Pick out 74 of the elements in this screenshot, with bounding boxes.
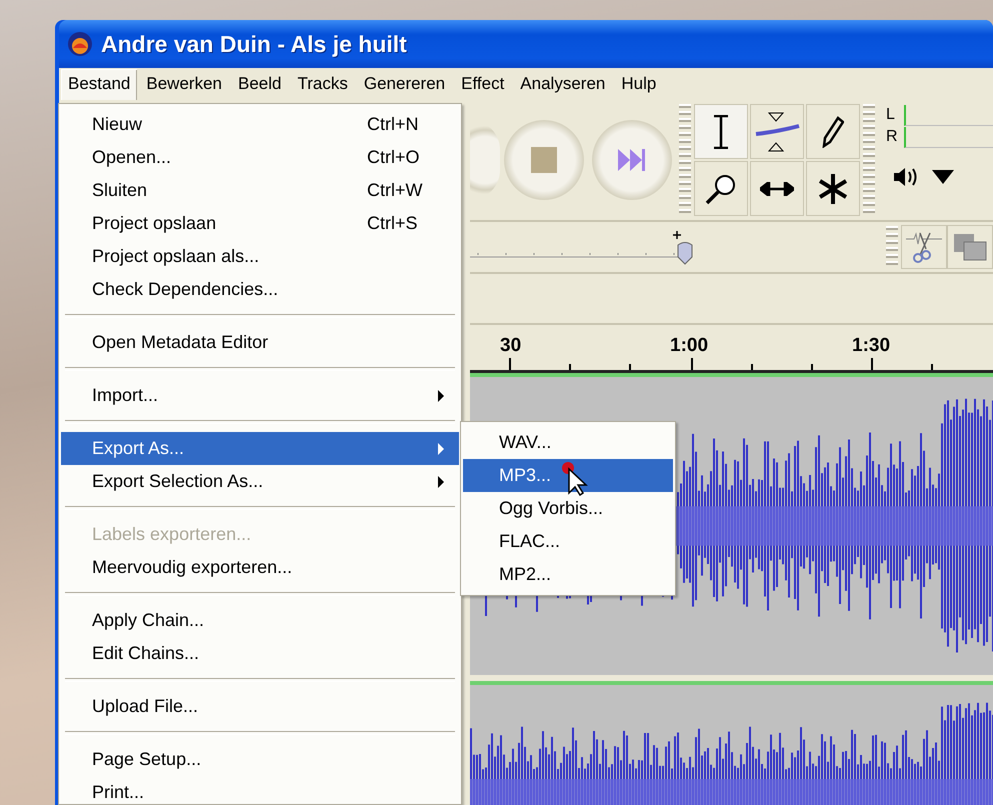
channel-label: L	[886, 106, 896, 124]
menu-entry[interactable]: Page Setup...	[61, 743, 459, 776]
menu-entry[interactable]: Upload File...	[61, 690, 459, 723]
menu-entry-label: Meervoudig exporteren...	[92, 557, 294, 578]
menu-entry[interactable]: Check Dependencies...	[61, 273, 459, 306]
toolbar-grip[interactable]	[679, 104, 691, 216]
submenu-entry[interactable]: WAV...	[463, 426, 673, 459]
menu-entry[interactable]: Export Selection As...	[61, 465, 459, 498]
shortcut-label: Ctrl+N	[367, 114, 420, 135]
menu-entry[interactable]: Import...	[61, 379, 459, 412]
menu-entry-label: Project opslaan	[92, 213, 218, 234]
dropdown-triangle-icon[interactable]	[932, 170, 954, 184]
menu-entry-label: Openen...	[92, 147, 172, 168]
mouse-pointer-icon	[560, 460, 590, 496]
menu-entry-label: Labels exporteren...	[92, 524, 252, 545]
submenu-entry[interactable]: MP3...	[463, 459, 673, 492]
app-logo-icon	[67, 31, 93, 57]
window-title: Andre van Duin - Als je huilt	[101, 30, 407, 58]
envelope-tool-button[interactable]	[750, 104, 804, 159]
menu-entry-label: Check Dependencies...	[92, 279, 280, 300]
menu-entry[interactable]: Apply Chain...	[61, 604, 459, 637]
skip-to-end-icon	[618, 147, 646, 173]
stop-icon	[531, 147, 557, 173]
ruler-label: 1:30	[852, 334, 890, 357]
menu-entry[interactable]: Meervoudig exporteren...	[61, 551, 459, 584]
submenu-entry[interactable]: Ogg Vorbis...	[463, 492, 673, 525]
envelope-tool-icon	[753, 112, 801, 152]
menu-entry[interactable]: Project opslaan Ctrl+S	[61, 207, 459, 240]
menu-entry[interactable]: Export As...	[61, 432, 459, 465]
stacked-waveforms-icon	[952, 232, 988, 262]
shortcut-label: Ctrl+S	[367, 213, 419, 234]
menu-entry-label: Page Setup...	[92, 749, 202, 770]
shortcut-label: Ctrl+O	[367, 147, 421, 168]
menu-entry[interactable]: Nieuw Ctrl+N	[61, 108, 459, 141]
silence-button[interactable]	[947, 225, 993, 269]
menu-entry-label: Nieuw	[92, 114, 144, 135]
trim-button[interactable]	[901, 225, 947, 269]
pencil-icon	[822, 116, 844, 148]
submenu-entry[interactable]: FLAC...	[463, 525, 673, 558]
menu-item[interactable]: Bestand	[61, 68, 138, 100]
selection-tool-button[interactable]	[694, 104, 748, 159]
menu-entry-label: Sluiten	[92, 180, 148, 201]
menu-entry-label: Export As...	[92, 438, 186, 459]
ruler-label: 30	[500, 334, 522, 357]
double-arrow-icon	[760, 182, 794, 196]
menu-entry-label: Upload File...	[92, 696, 200, 717]
asterisk-icon	[819, 174, 847, 204]
zoom-tool-button[interactable]	[694, 161, 748, 216]
multi-tool-button[interactable]	[806, 161, 860, 216]
ruler-label: 1:00	[670, 334, 708, 357]
menu-entry-label: Export Selection As...	[92, 471, 264, 492]
magnifier-icon	[705, 172, 737, 204]
menu-entry[interactable]: Open Metadata Editor	[61, 326, 459, 359]
menu-entry[interactable]: Edit Chains...	[61, 637, 459, 670]
toolbar-grip[interactable]	[863, 104, 875, 216]
shortcut-label: Ctrl+W	[367, 180, 424, 201]
menu-entry-label: Open Metadata Editor	[92, 332, 270, 353]
submenu-entry[interactable]: MP2...	[463, 558, 673, 591]
time-shift-tool-button[interactable]	[750, 161, 804, 216]
menu-entry[interactable]: Sluiten Ctrl+W	[61, 174, 459, 207]
toolbar-grip[interactable]	[886, 226, 898, 268]
menu-entry-label: Edit Chains...	[92, 643, 200, 664]
draw-tool-button[interactable]	[806, 104, 860, 159]
menu-entry-label: Project opslaan als...	[92, 246, 260, 267]
menu-entry-label: Print...	[92, 782, 146, 803]
channel-label: R	[886, 128, 899, 146]
menu-entry-label: Import...	[92, 385, 160, 406]
menu-entry[interactable]: Print...	[61, 776, 459, 805]
menu-entry-label: Apply Chain...	[92, 610, 206, 631]
menu-entry[interactable]: Project opslaan als...	[61, 240, 459, 273]
speaker-icon	[894, 167, 918, 187]
menu-entry[interactable]: Openen... Ctrl+O	[61, 141, 459, 174]
i-beam-icon	[712, 114, 730, 148]
scissors-waveform-icon	[906, 231, 942, 263]
